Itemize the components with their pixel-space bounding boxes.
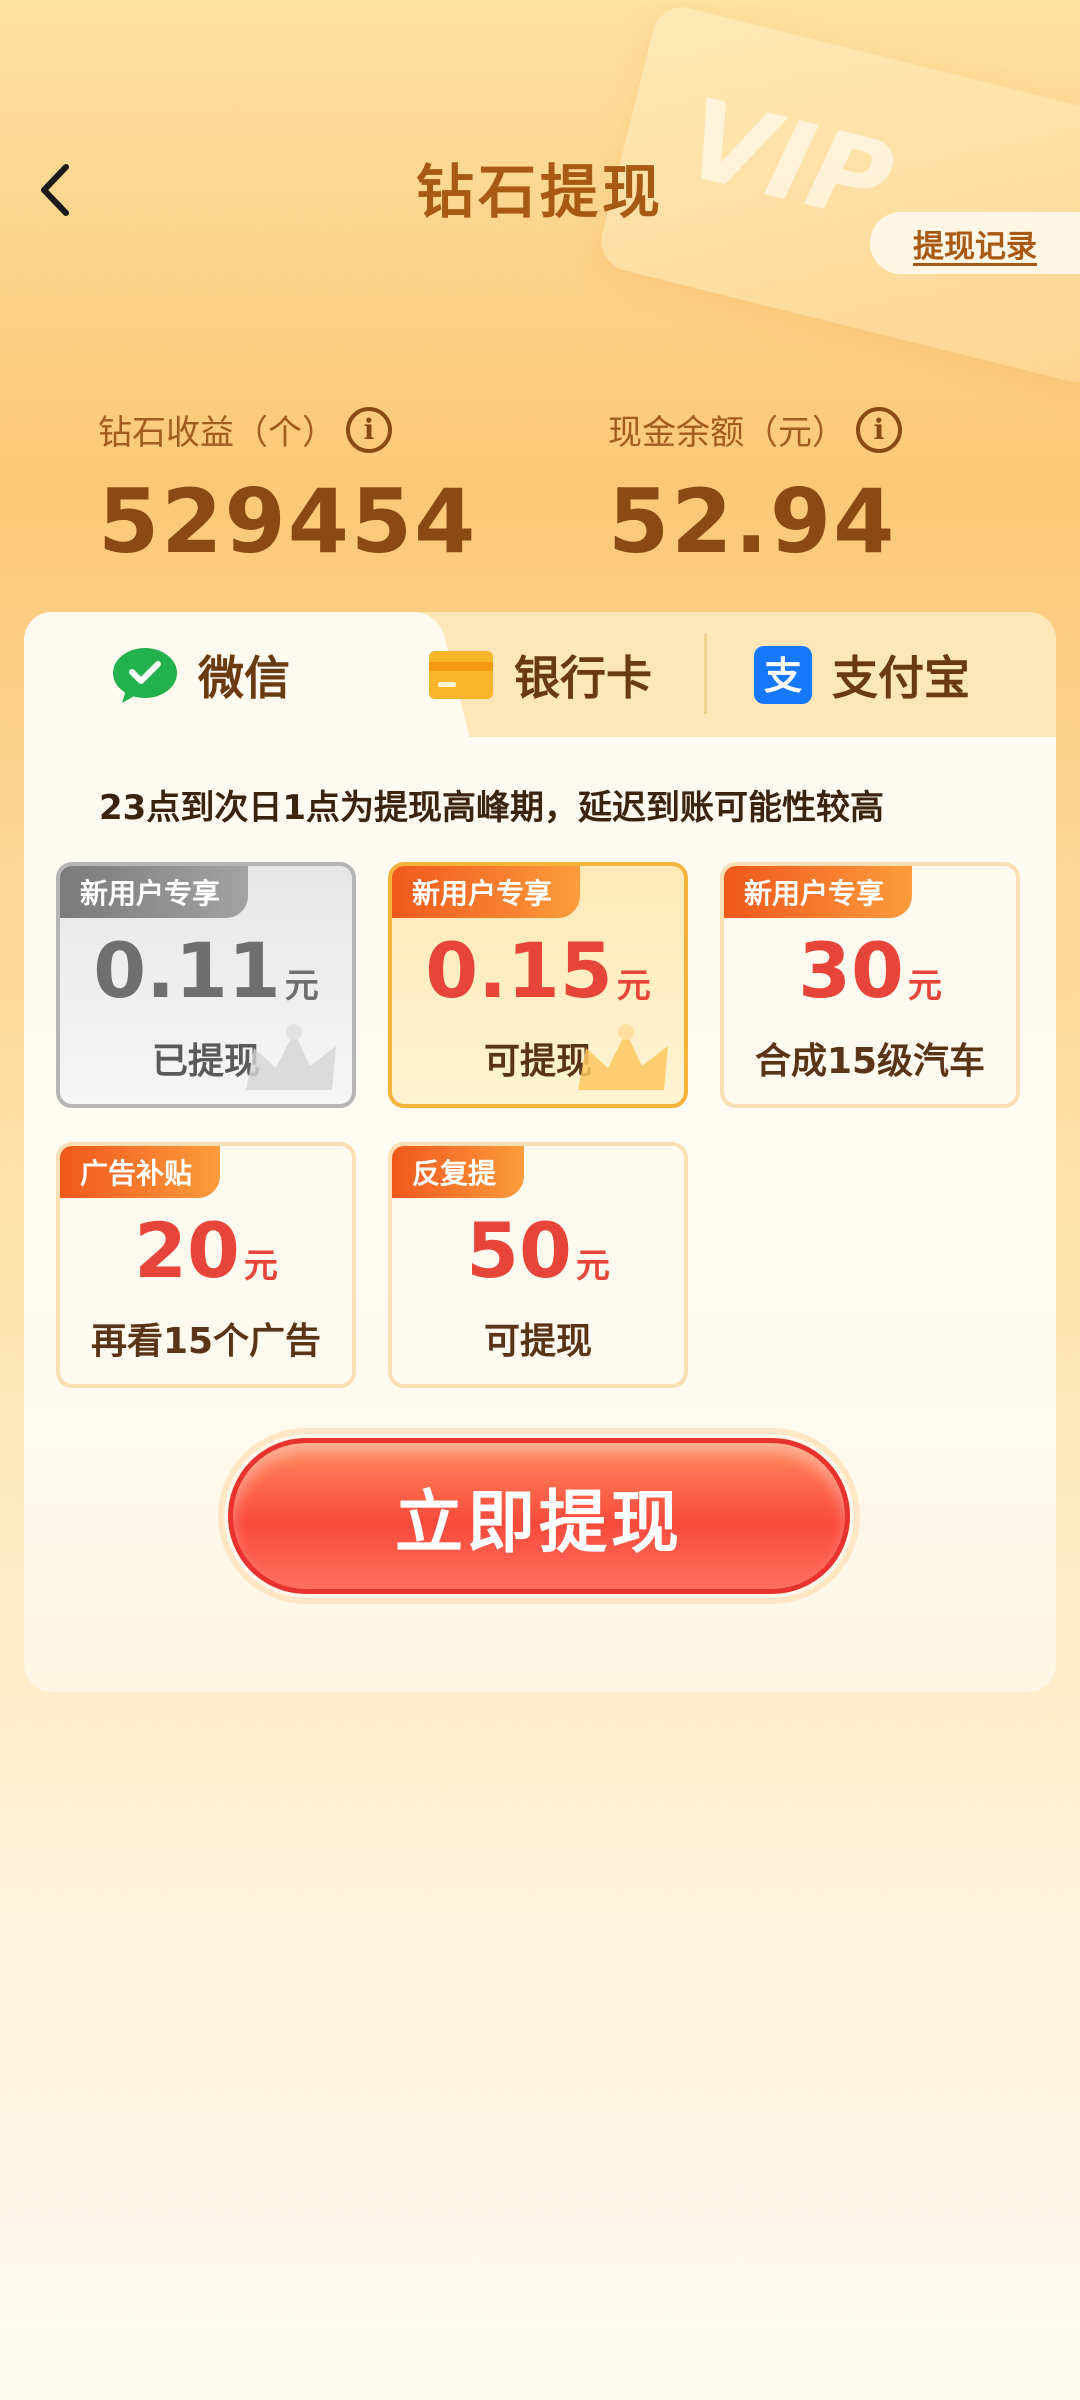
option-status: 可提现 bbox=[483, 1321, 592, 1362]
option-unit: 元 bbox=[575, 1246, 610, 1286]
option-amount: 0.15 bbox=[425, 926, 613, 1015]
option-unit: 元 bbox=[907, 966, 942, 1006]
withdraw-record-button[interactable]: 提现记录 bbox=[870, 212, 1080, 274]
diamond-earnings-label: 钻石收益（个） bbox=[98, 413, 336, 453]
diamond-earnings-value: 529454 bbox=[98, 470, 478, 573]
info-icon[interactable]: i bbox=[346, 406, 392, 453]
withdraw-option-card[interactable]: 新用户专享 30 元 合成15级汽车 bbox=[720, 862, 1020, 1108]
cash-balance-stat: 现金余额（元） i 52.94 bbox=[608, 405, 902, 573]
diamond-earnings-stat: 钻石收益（个） i 529454 bbox=[98, 405, 477, 573]
withdraw-option-card[interactable]: 新用户专享 0.11 元 已提现 bbox=[56, 862, 356, 1108]
info-icon[interactable]: i bbox=[856, 406, 902, 453]
crown-icon bbox=[246, 1024, 336, 1090]
tab-bank-card[interactable]: 银行卡 bbox=[428, 612, 652, 737]
option-condition: 再看15个广告 bbox=[90, 1321, 322, 1362]
tab-bank-card-label: 银行卡 bbox=[514, 650, 652, 705]
option-amount: 20 bbox=[134, 1206, 240, 1295]
withdraw-option-card[interactable]: 反复提 50 元 可提现 bbox=[388, 1142, 688, 1388]
svg-text:支: 支 bbox=[764, 654, 802, 698]
tab-alipay[interactable]: 支 支付宝 bbox=[754, 612, 970, 737]
withdraw-record-label: 提现记录 bbox=[913, 228, 1037, 265]
cash-balance-value: 52.94 bbox=[608, 470, 897, 573]
option-amount: 30 bbox=[798, 926, 904, 1015]
option-amount: 50 bbox=[466, 1206, 572, 1295]
withdraw-now-button[interactable]: 立即提现 bbox=[224, 1434, 854, 1598]
withdraw-now-button-face: 立即提现 bbox=[228, 1438, 850, 1594]
withdraw-option-card[interactable]: 广告补贴 20 元 再看15个广告 bbox=[56, 1142, 356, 1388]
option-badge: 新用户专享 bbox=[724, 866, 913, 918]
option-badge: 新用户专享 bbox=[60, 866, 249, 918]
option-unit: 元 bbox=[284, 966, 319, 1006]
withdraw-panel: 微信 银行卡 支 支付宝 23点到次日1点为提现高峰期，延迟到账可能性较高 新用… bbox=[24, 612, 1056, 1692]
option-badge: 广告补贴 bbox=[60, 1146, 221, 1198]
bank-card-icon bbox=[429, 650, 493, 699]
option-badge: 反复提 bbox=[392, 1146, 525, 1198]
tab-wechat-label: 微信 bbox=[198, 650, 290, 705]
cash-balance-label: 现金余额（元） bbox=[608, 413, 846, 453]
withdraw-now-label: 立即提现 bbox=[394, 1483, 683, 1563]
withdraw-option-card[interactable]: 新用户专享 0.15 元 可提现 bbox=[388, 862, 688, 1108]
alipay-icon: 支 bbox=[754, 645, 812, 704]
tab-divider bbox=[704, 634, 707, 714]
option-amount: 0.11 bbox=[93, 926, 281, 1015]
wechat-icon bbox=[113, 647, 177, 703]
crown-icon bbox=[578, 1024, 668, 1090]
option-unit: 元 bbox=[243, 1246, 278, 1286]
peak-time-notice: 23点到次日1点为提现高峰期，延迟到账可能性较高 bbox=[99, 788, 884, 828]
option-condition: 合成15级汽车 bbox=[754, 1041, 986, 1082]
tab-alipay-label: 支付宝 bbox=[832, 650, 970, 705]
tab-wechat[interactable]: 微信 bbox=[112, 612, 290, 737]
option-unit: 元 bbox=[616, 966, 651, 1006]
option-badge: 新用户专享 bbox=[392, 866, 581, 918]
